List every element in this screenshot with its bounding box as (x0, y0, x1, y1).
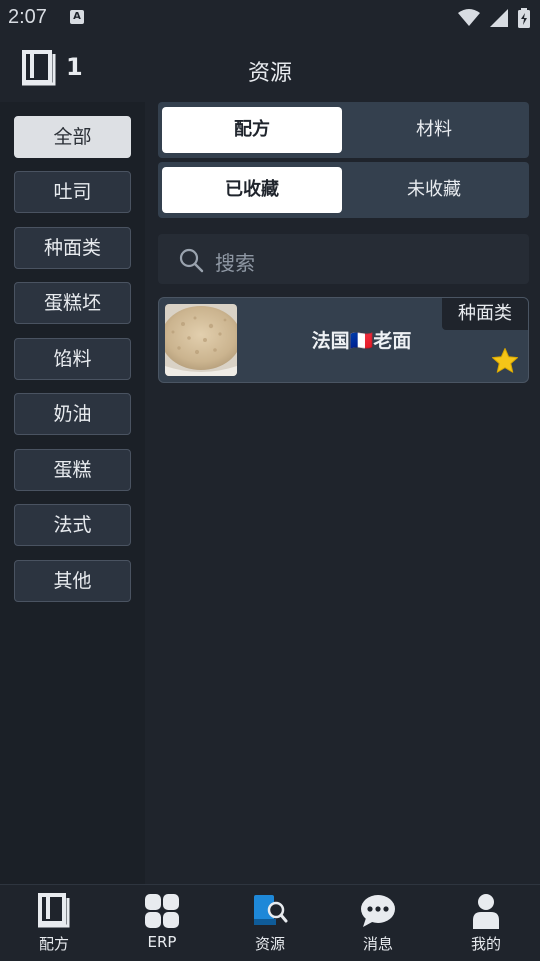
category-filling[interactable]: 馅料 (14, 338, 131, 380)
signal-icon (490, 9, 508, 27)
category-starter[interactable]: 种面类 (14, 227, 131, 269)
nav-label-profile: 我的 (470, 935, 501, 953)
book-search-icon (254, 895, 288, 925)
category-cream[interactable]: 奶油 (14, 393, 131, 435)
search-placeholder: 搜索 (215, 251, 255, 275)
category-other[interactable]: 其他 (14, 560, 131, 602)
app-header: 1 资源 (0, 36, 540, 102)
category-french[interactable]: 法式 (14, 504, 131, 546)
status-time: 2:07 (8, 6, 47, 28)
category-badge: 种面类 (442, 298, 528, 330)
chat-bubble-icon (361, 895, 395, 927)
category-toast[interactable]: 吐司 (14, 171, 131, 213)
user-icon (473, 894, 499, 929)
category-sidebar: 全部 吐司 种面类 蛋糕坯 馅料 奶油 蛋糕 法式 其他 (0, 102, 145, 884)
nav-label-resources: 资源 (254, 935, 285, 953)
nav-tab-erp[interactable]: ERP (108, 885, 216, 961)
nav-label-erp: ERP (147, 933, 177, 951)
search-icon (179, 248, 204, 273)
recipe-name: 法国🇫🇷老面 (311, 330, 412, 352)
nav-tab-recipes[interactable]: 配方 (0, 885, 108, 961)
nav-tab-messages[interactable]: 消息 (324, 885, 432, 961)
star-icon[interactable] (490, 346, 520, 376)
recipe-card[interactable]: 法国🇫🇷老面 种面类 (158, 297, 529, 383)
grid-icon (145, 894, 179, 928)
status-bar: 2:07 A (0, 0, 540, 36)
main-content: 配方 材料 已收藏 未收藏 搜索 法国🇫🇷老面 种面类 (145, 102, 540, 884)
tab-not-favorited[interactable]: 未收藏 (344, 167, 524, 213)
category-sponge-base[interactable]: 蛋糕坯 (14, 282, 131, 324)
type-segmented-control: 配方 材料 (158, 102, 529, 158)
category-cake[interactable]: 蛋糕 (14, 449, 131, 491)
page-title: 资源 (247, 61, 292, 86)
nav-tab-profile[interactable]: 我的 (432, 885, 540, 961)
category-all[interactable]: 全部 (14, 116, 131, 158)
search-input[interactable]: 搜索 (158, 234, 529, 284)
status-icons (458, 8, 530, 28)
bottom-navigation: 配方 ERP 资源 消息 我的 (0, 884, 540, 961)
recipe-thumbnail (165, 304, 237, 376)
book-icon (38, 893, 70, 928)
wifi-icon (458, 9, 480, 26)
battery-icon (518, 8, 530, 28)
nav-label-messages: 消息 (362, 935, 393, 953)
tab-recipes[interactable]: 配方 (162, 107, 342, 153)
tab-materials[interactable]: 材料 (344, 107, 524, 153)
tab-favorited[interactable]: 已收藏 (162, 167, 342, 213)
favorite-segmented-control: 已收藏 未收藏 (158, 162, 529, 218)
notification-a-icon: A (70, 10, 84, 24)
nav-tab-resources[interactable]: 资源 (216, 885, 324, 961)
nav-label-recipes: 配方 (38, 935, 69, 953)
